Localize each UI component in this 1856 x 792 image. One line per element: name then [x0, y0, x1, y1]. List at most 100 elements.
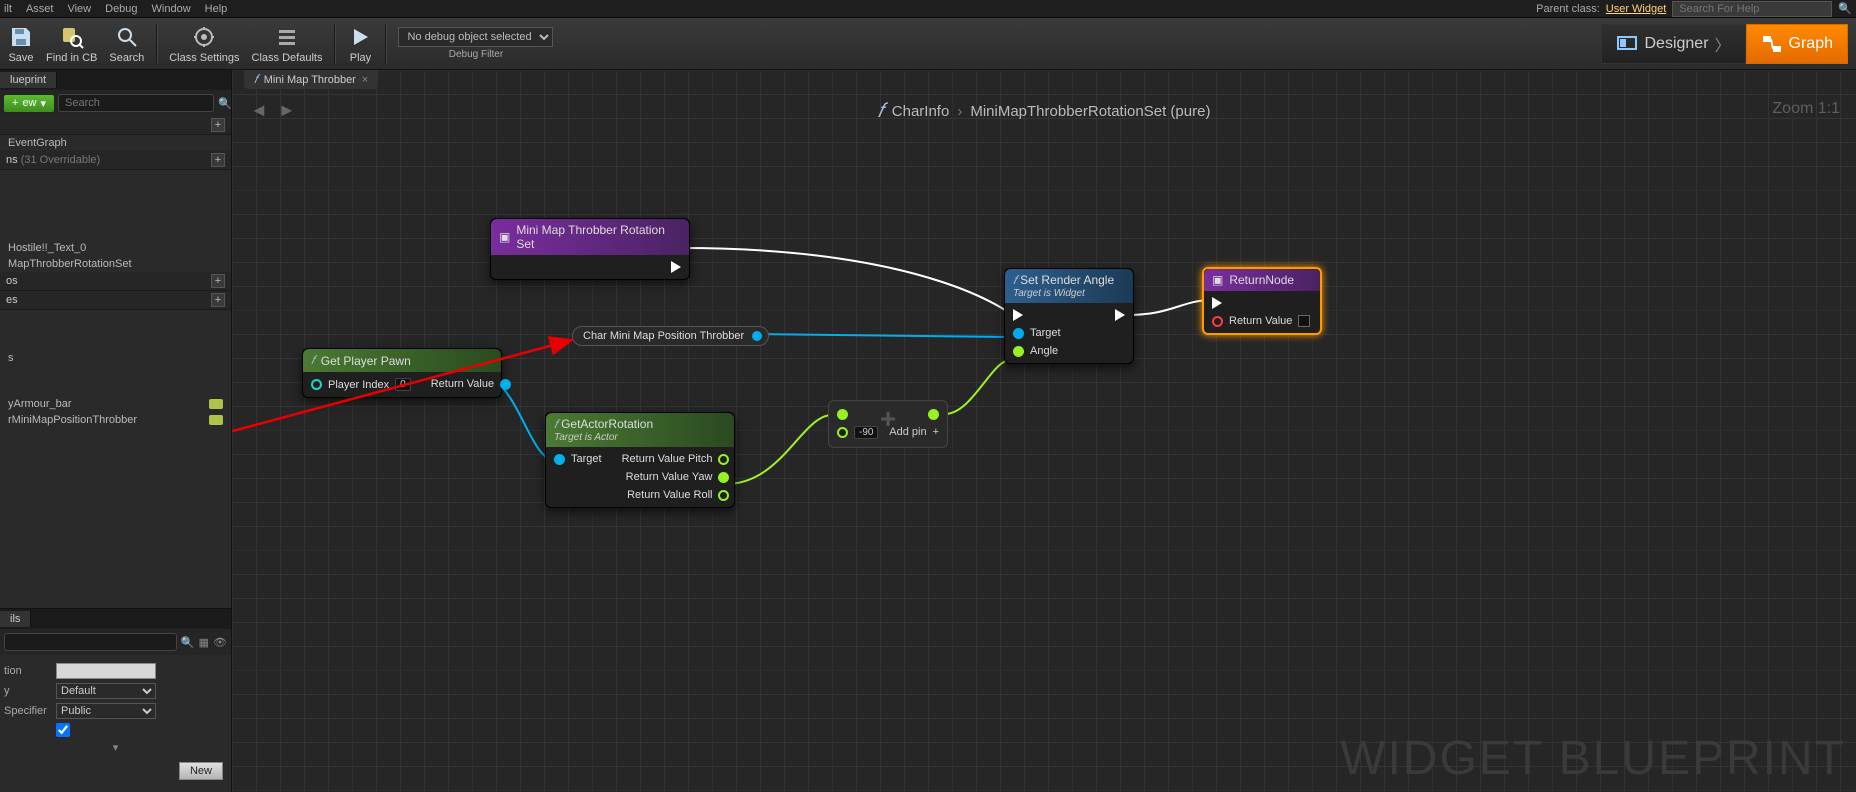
- menu-debug[interactable]: Debug: [105, 3, 137, 15]
- my-blueprint-search[interactable]: [58, 94, 214, 112]
- var-type-chip: [209, 415, 223, 425]
- exec-in-pin[interactable]: [1013, 309, 1061, 321]
- watermark: WIDGET BLUEPRINT: [1340, 731, 1846, 786]
- function-icon: 𝑓: [311, 353, 315, 368]
- breadcrumb-leaf: MiniMapThrobberRotationSet (pure): [970, 103, 1210, 120]
- entry-node[interactable]: ▣Mini Map Throbber Rotation Set: [490, 218, 690, 280]
- menu-asset[interactable]: Asset: [26, 3, 54, 15]
- add-pin-button[interactable]: +Add pin: [889, 426, 939, 438]
- category-macros[interactable]: os+: [0, 272, 231, 291]
- parent-class-link[interactable]: User Widget: [1606, 3, 1667, 15]
- get-actor-rotation-node[interactable]: 𝑓 GetActorRotation Target is Actor Targe…: [545, 412, 735, 508]
- parent-class-label: Parent class:: [1536, 3, 1600, 15]
- details-panel: ils 🔍 ▦ 👁 tion yDefault SpecifierPublic …: [0, 608, 231, 792]
- menu-view[interactable]: View: [67, 3, 91, 15]
- play-button[interactable]: Play: [347, 24, 373, 64]
- add-new-button[interactable]: +ew▾: [4, 95, 54, 112]
- access-label: Specifier: [4, 705, 50, 717]
- details-checkbox[interactable]: [56, 723, 70, 737]
- variable-get-node[interactable]: Char Mini Map Position Throbber: [572, 326, 769, 346]
- var-type-chip: [209, 399, 223, 409]
- close-tab-icon[interactable]: ×: [362, 74, 368, 86]
- add-input-a-pin[interactable]: [837, 409, 878, 420]
- nav-back-button[interactable]: ◄: [250, 100, 268, 121]
- function-item[interactable]: MapThrobberRotationSet: [0, 256, 231, 272]
- add-graph-button[interactable]: +: [211, 118, 225, 132]
- add-function-button[interactable]: +: [211, 153, 225, 167]
- class-settings-button[interactable]: Class Settings: [169, 24, 239, 64]
- function-item[interactable]: Hostile!!_Text_0: [0, 240, 231, 256]
- access-select[interactable]: Public: [56, 703, 156, 719]
- target-pin[interactable]: Target: [1013, 327, 1061, 339]
- my-blueprint-tab[interactable]: lueprint: [0, 72, 57, 88]
- new-button[interactable]: New: [179, 762, 223, 780]
- toolbar-search-button[interactable]: Search: [109, 24, 144, 64]
- variable-item[interactable]: yArmour_bar: [0, 396, 231, 412]
- return-checkbox[interactable]: [1298, 315, 1310, 327]
- toolbar: Save Find in CB Search Class Settings Cl…: [0, 18, 1856, 70]
- nav-fwd-button[interactable]: ►: [278, 100, 296, 121]
- var-out-pin[interactable]: [752, 331, 762, 341]
- angle-pin[interactable]: Angle: [1013, 345, 1061, 357]
- get-player-pawn-node[interactable]: 𝑓Get Player Pawn Player Index0 Return Va…: [302, 348, 502, 398]
- return-node[interactable]: ▣ReturnNode Return Value: [1202, 267, 1322, 335]
- menu-window[interactable]: Window: [152, 3, 191, 15]
- exec-out-pin[interactable]: [1115, 309, 1125, 321]
- pitch-pin[interactable]: Return Value Pitch: [622, 453, 730, 465]
- category-graphs[interactable]: +: [0, 116, 231, 135]
- category-item[interactable]: s: [0, 350, 231, 366]
- node-icon: ▣: [499, 230, 510, 244]
- add-macro-button[interactable]: +: [211, 274, 225, 288]
- roll-pin[interactable]: Return Value Roll: [622, 489, 730, 501]
- function-icon: 𝑓: [254, 72, 258, 87]
- menu-help[interactable]: Help: [205, 3, 228, 15]
- player-index-pin[interactable]: Player Index0: [311, 378, 411, 391]
- canvas-grid: [232, 70, 1856, 792]
- function-icon: 𝑓: [554, 417, 558, 431]
- search-icon: 🔍: [181, 636, 195, 649]
- graph-mode-button[interactable]: Graph: [1746, 24, 1848, 64]
- category-functions[interactable]: ns (31 Overridable) +: [0, 151, 231, 170]
- my-blueprint-panel: lueprint +ew▾ 🔍 👁 + EventGraph ns (31 Ov…: [0, 70, 232, 792]
- category-variables[interactable]: es+: [0, 291, 231, 310]
- variable-item[interactable]: rMiniMapPositionThrobber: [0, 412, 231, 428]
- search-icon: 🔍: [218, 97, 232, 110]
- add-input-b-pin[interactable]: -90: [837, 426, 878, 439]
- return-value-pin[interactable]: Return Value: [1212, 315, 1310, 327]
- class-defaults-button[interactable]: Class Defaults: [252, 24, 323, 64]
- float-add-node[interactable]: + -90 +Add pin: [828, 400, 948, 448]
- exec-in-pin[interactable]: [1212, 297, 1310, 309]
- add-variable-button[interactable]: +: [211, 293, 225, 307]
- help-search-input[interactable]: [1672, 1, 1832, 17]
- function-icon: 𝑓: [878, 100, 884, 123]
- set-render-angle-node[interactable]: 𝑓 Set Render Angle Target is Widget Targ…: [1004, 268, 1134, 364]
- menu-edit[interactable]: ilt: [4, 3, 12, 15]
- description-input[interactable]: [56, 663, 156, 679]
- details-tab[interactable]: ils: [0, 611, 31, 627]
- search-icon[interactable]: 🔍: [1838, 2, 1852, 15]
- function-icon: 𝑓: [1013, 273, 1017, 287]
- visibility-icon[interactable]: 👁: [213, 636, 227, 649]
- plus-icon: +: [880, 403, 896, 435]
- node-icon: ▣: [1212, 273, 1223, 287]
- yaw-pin[interactable]: Return Value Yaw: [622, 471, 730, 483]
- add-output-pin[interactable]: [889, 409, 939, 420]
- category-select[interactable]: Default: [56, 683, 156, 699]
- event-graph-item[interactable]: EventGraph: [0, 135, 231, 151]
- description-label: tion: [4, 665, 50, 677]
- graph-icon: [1761, 33, 1783, 55]
- debug-object-select[interactable]: No debug object selected: [398, 27, 553, 47]
- details-search[interactable]: [4, 633, 177, 651]
- exec-out-pin[interactable]: [671, 261, 681, 273]
- target-pin[interactable]: Target: [554, 453, 602, 465]
- save-button[interactable]: Save: [8, 24, 34, 64]
- graph-tab[interactable]: 𝑓 Mini Map Throbber ×: [244, 70, 378, 89]
- breadcrumb-root[interactable]: CharInfo: [892, 103, 950, 120]
- return-value-pin[interactable]: Return Value: [431, 378, 511, 390]
- designer-mode-button[interactable]: Designer 〉: [1601, 24, 1745, 64]
- menu-bar: ilt Asset View Debug Window Help Parent …: [0, 0, 1856, 18]
- breadcrumb: 𝑓 CharInfo › MiniMapThrobberRotationSet …: [878, 100, 1211, 123]
- graph-canvas[interactable]: 𝑓 Mini Map Throbber × ◄ ► 𝑓 CharInfo › M…: [232, 70, 1856, 792]
- find-in-cb-button[interactable]: Find in CB: [46, 24, 97, 64]
- grid-view-icon[interactable]: ▦: [199, 636, 209, 649]
